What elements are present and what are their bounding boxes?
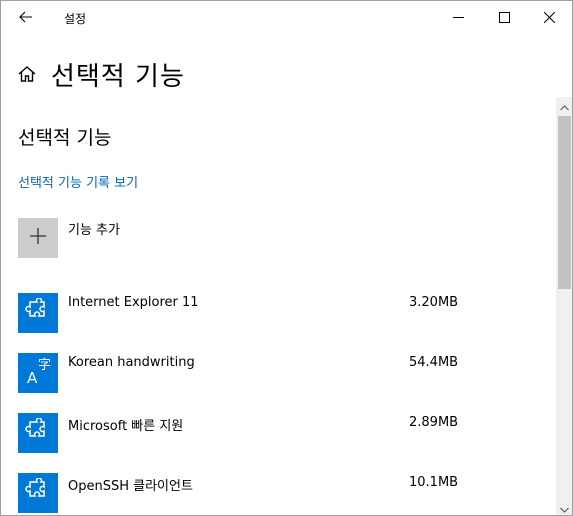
svg-text:字: 字 [38, 358, 51, 373]
settings-window: 설정 선택적 기능 선택적 기능 선택적 기능 기록 보기 기능 추가 Inte… [0, 0, 573, 516]
feature-size: 3.20MB [409, 295, 459, 310]
content-area: 선택적 기능 선택적 기능 기록 보기 기능 추가 Internet Explo… [1, 97, 556, 515]
section-title: 선택적 기능 [18, 127, 112, 149]
feature-name: Korean handwriting [68, 355, 195, 370]
plus-icon [29, 227, 47, 249]
feature-name: Microsoft 빠른 지원 [68, 419, 184, 434]
feature-item-internet-explorer[interactable]: Internet Explorer 11 3.20MB [18, 293, 538, 353]
feature-size: 10.1MB [409, 475, 459, 490]
maximize-icon [498, 8, 510, 27]
add-feature-button[interactable]: 기능 추가 [18, 218, 120, 258]
feature-list: Internet Explorer 11 3.20MB 字 A Korean h… [18, 293, 538, 515]
puzzle-icon [25, 297, 51, 328]
feature-item-openssh-client[interactable]: OpenSSH 클라이언트 10.1MB [18, 473, 538, 515]
close-icon [543, 8, 555, 27]
language-icon: 字 A [23, 356, 53, 390]
minimize-button[interactable] [435, 1, 481, 34]
close-button[interactable] [526, 1, 572, 34]
puzzle-icon [25, 477, 51, 508]
feature-name: OpenSSH 클라이언트 [68, 479, 193, 494]
chevron-up-icon [560, 96, 569, 115]
page-header: 선택적 기능 [17, 57, 185, 92]
chevron-down-icon [560, 498, 569, 515]
feature-tile [18, 473, 58, 513]
feature-tile [18, 413, 58, 453]
title-bar: 설정 [1, 1, 572, 34]
feature-tile: 字 A [18, 353, 58, 393]
back-button[interactable] [9, 3, 43, 31]
svg-text:A: A [27, 369, 38, 386]
maximize-button[interactable] [481, 1, 527, 34]
vertical-scrollbar[interactable] [556, 96, 572, 515]
feature-item-korean-handwriting[interactable]: 字 A Korean handwriting 54.4MB [18, 353, 538, 413]
feature-tile [18, 293, 58, 333]
home-icon[interactable] [17, 63, 39, 85]
feature-size: 2.89MB [409, 415, 459, 430]
add-tile [18, 218, 58, 258]
minimize-icon [452, 8, 464, 27]
puzzle-icon [25, 417, 51, 448]
feature-name: Internet Explorer 11 [68, 295, 199, 310]
add-feature-label: 기능 추가 [68, 223, 120, 238]
scroll-up-button[interactable] [556, 96, 572, 115]
feature-size: 54.4MB [409, 355, 459, 370]
window-title: 설정 [64, 12, 87, 26]
arrow-left-icon [19, 8, 33, 27]
scroll-thumb[interactable] [558, 116, 571, 289]
scroll-down-button[interactable] [556, 498, 572, 515]
view-history-link[interactable]: 선택적 기능 기록 보기 [18, 172, 138, 191]
page-title: 선택적 기능 [51, 61, 185, 92]
feature-item-quick-assist[interactable]: Microsoft 빠른 지원 2.89MB [18, 413, 538, 473]
